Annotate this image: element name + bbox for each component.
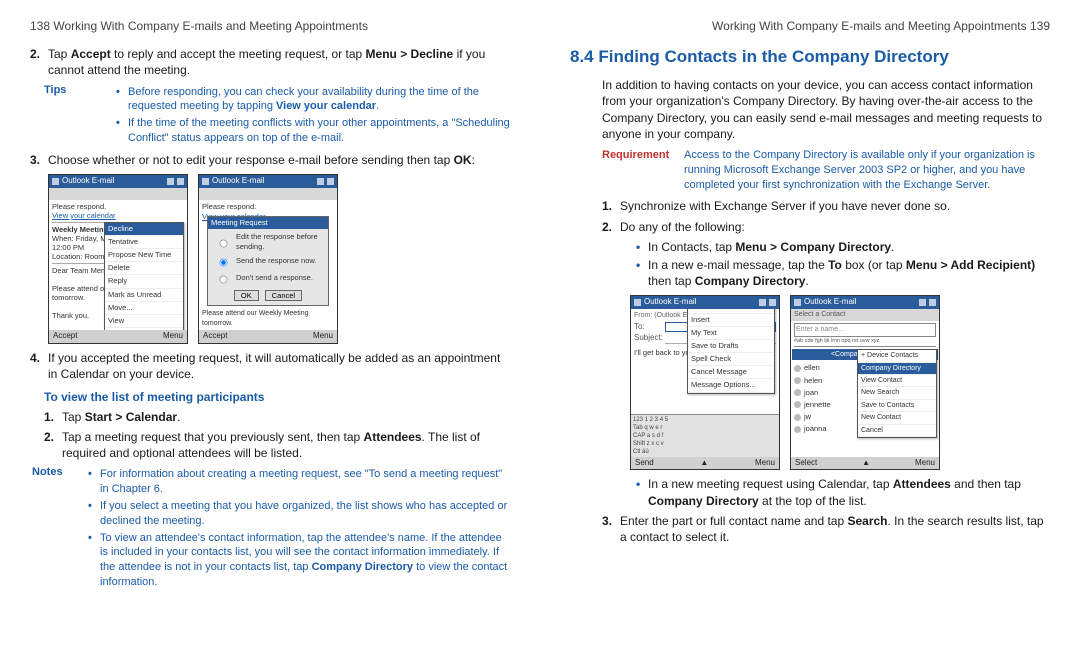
tip-item: Before responding, you can check your av… xyxy=(114,85,510,115)
softkey-accept[interactable]: Accept xyxy=(53,331,77,342)
app-icon xyxy=(202,178,209,185)
name-input[interactable]: Enter a name... xyxy=(794,323,936,336)
softkey-menu[interactable]: Menu xyxy=(163,331,183,342)
signal-icon xyxy=(759,299,766,306)
directory-menu: + Device Contacts Company Directory View… xyxy=(857,349,937,438)
menu-item[interactable]: Save to Drafts xyxy=(688,340,774,353)
notes-block: Notes For information about creating a m… xyxy=(32,465,510,592)
app-icon xyxy=(52,178,59,185)
menu-item-tentative[interactable]: Tentative xyxy=(105,236,183,249)
menu-item[interactable]: Cancel xyxy=(858,425,936,437)
screenshot-directory: Outlook E-mail Select a Contact Enter a … xyxy=(790,295,940,470)
left-steps-c: 4.If you accepted the meeting request, i… xyxy=(30,350,510,382)
softkey-menu[interactable]: Menu xyxy=(313,331,333,342)
menu-item[interactable]: + Device Contacts xyxy=(858,350,936,362)
softkey-select[interactable]: Select xyxy=(795,458,817,469)
index-tabs[interactable]: #ab cde fgh ijk lmn opq rst uvw xyz xyxy=(794,337,936,347)
menu-item-company-directory[interactable]: Company Directory xyxy=(858,363,936,375)
menu-item[interactable]: New Contact xyxy=(858,412,936,424)
cancel-button[interactable]: Cancel xyxy=(265,290,302,301)
speaker-icon xyxy=(929,299,936,306)
menu-item-unread[interactable]: Mark as Unread xyxy=(105,289,183,302)
page-138: 138 Working With Company E-mails and Mee… xyxy=(0,0,540,663)
screenshot-row-right: Outlook E-mail From: (Outlook E-mail) To… xyxy=(630,295,1050,470)
meeting-request-dialog: Meeting Request Edit the response before… xyxy=(207,216,329,306)
menu-item[interactable]: Cancel Message xyxy=(688,366,774,379)
context-menu: Decline Tentative Propose New Time Delet… xyxy=(104,222,184,330)
signal-icon xyxy=(919,299,926,306)
bullet-item: In Contacts, tap Menu > Company Director… xyxy=(634,239,1050,255)
screenshot-compose: Outlook E-mail From: (Outlook E-mail) To… xyxy=(630,295,780,470)
menu-item-decline[interactable]: Decline xyxy=(105,223,183,236)
menu-item[interactable]: View Contact xyxy=(858,375,936,387)
page-139: Working With Company E-mails and Meeting… xyxy=(540,0,1080,663)
radio-send-now[interactable]: Send the response now. xyxy=(212,253,324,269)
note-item: If you select a meeting that you have or… xyxy=(86,499,510,529)
softkey-menu[interactable]: Menu xyxy=(755,458,775,469)
left-steps-a: 2.Tap Accept to reply and accept the mee… xyxy=(30,46,510,78)
app-icon xyxy=(634,299,641,306)
menu-item-download[interactable]: Download Message xyxy=(105,328,183,330)
softkey-accept[interactable]: Accept xyxy=(203,331,227,342)
tip-item: If the time of the meeting conflicts wit… xyxy=(114,116,510,146)
left-steps-d: 1.Tap Start > Calendar. 2.Tap a meeting … xyxy=(44,409,510,462)
intro-paragraph: In addition to having contacts on your d… xyxy=(602,77,1050,142)
softkey-menu[interactable]: Menu xyxy=(915,458,935,469)
menu-item[interactable]: Save to Contacts xyxy=(858,400,936,412)
menu-item-reply[interactable]: Reply xyxy=(105,275,183,288)
tips-block: Tips Before responding, you can check yo… xyxy=(44,83,510,148)
menu-item-move[interactable]: Move... xyxy=(105,302,183,315)
menu-item-view[interactable]: View xyxy=(105,315,183,328)
screenshot-row-left: Outlook E-mail Please respond. View your… xyxy=(48,174,510,344)
radio-edit[interactable]: Edit the response before sending. xyxy=(212,232,324,252)
bullet-item: In a new e-mail message, tap the To box … xyxy=(634,257,1050,289)
email-toolbar xyxy=(49,188,187,200)
signal-icon xyxy=(317,178,324,185)
menu-item[interactable]: Spell Check xyxy=(688,353,774,366)
screenshot-popup: Outlook E-mail Please respond. View your… xyxy=(198,174,338,344)
menu-item[interactable]: Message Options... xyxy=(688,379,774,392)
on-screen-keyboard[interactable]: 123 1 2 3 4 5Tab q w e rCAP a s d fShift… xyxy=(631,414,779,457)
page-header-left: 138 Working With Company E-mails and Mee… xyxy=(30,18,510,34)
left-steps-b: 3.Choose whether or not to edit your res… xyxy=(30,152,510,168)
right-bullets: In Contacts, tap Menu > Company Director… xyxy=(634,239,1050,290)
speaker-icon xyxy=(769,299,776,306)
sub-heading-participants: To view the list of meeting participants xyxy=(44,389,510,405)
email-toolbar xyxy=(199,188,337,200)
menu-item[interactable]: New Search xyxy=(858,387,936,399)
softkey-send[interactable]: Send xyxy=(635,458,654,469)
right-bullets-2: In a new meeting request using Calendar,… xyxy=(634,476,1050,508)
menu-item[interactable]: Insert xyxy=(688,314,774,327)
page-header-right: Working With Company E-mails and Meeting… xyxy=(570,18,1050,34)
radio-dont-send[interactable]: Don't send a response. xyxy=(212,270,324,286)
section-title: 8.4 Finding Contacts in the Company Dire… xyxy=(570,46,1050,69)
bullet-item: In a new meeting request using Calendar,… xyxy=(634,476,1050,508)
screenshot-menu: Outlook E-mail Please respond. View your… xyxy=(48,174,188,344)
ok-button[interactable]: OK xyxy=(234,290,259,301)
requirement-block: Requirement Access to the Company Direct… xyxy=(602,148,1050,193)
signal-icon xyxy=(167,178,174,185)
note-item: For information about creating a meeting… xyxy=(86,467,510,497)
right-steps-b: 3.Enter the part or full contact name an… xyxy=(602,513,1050,545)
compose-menu: Add Recipient... Check Names Insert My T… xyxy=(687,309,775,393)
menu-item-propose[interactable]: Propose New Time xyxy=(105,249,183,262)
menu-item[interactable]: My Text xyxy=(688,327,774,340)
note-item: To view an attendee's contact informatio… xyxy=(86,531,510,590)
speaker-icon xyxy=(177,178,184,185)
right-steps-a: 1.Synchronize with Exchange Server if yo… xyxy=(602,198,1050,234)
speaker-icon xyxy=(327,178,334,185)
menu-item-delete[interactable]: Delete xyxy=(105,262,183,275)
app-icon xyxy=(794,299,801,306)
